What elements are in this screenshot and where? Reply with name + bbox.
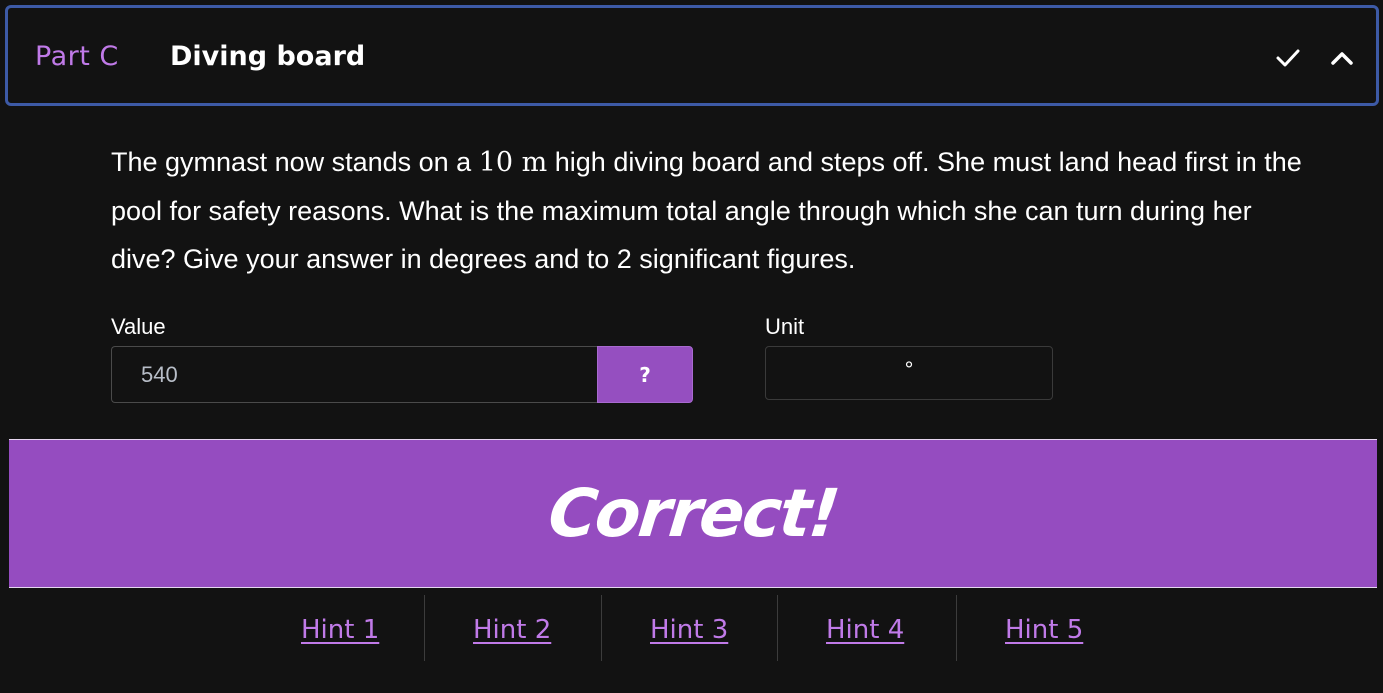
hint-divider [956, 595, 957, 661]
hints-bar: Hint 1 Hint 2 Hint 3 Hint 4 Hint 5 [9, 595, 1377, 661]
unit-select[interactable]: ° [765, 346, 1053, 400]
hint-divider [424, 595, 425, 661]
accordion-header[interactable]: Part C Diving board [5, 5, 1379, 106]
feedback-banner: Correct! [9, 439, 1377, 588]
hint-2-link[interactable]: Hint 2 [473, 615, 551, 645]
accordion-body: The gymnast now stands on a 10 m high di… [9, 108, 1377, 693]
part-title: Diving board [170, 41, 366, 72]
question-text-start: The gymnast now stands on a [111, 147, 479, 177]
chevron-up-icon[interactable] [1328, 44, 1356, 72]
hint-5-link[interactable]: Hint 5 [1005, 615, 1083, 645]
value-label: Value [111, 314, 166, 339]
check-icon [1274, 44, 1302, 72]
unit-label: Unit [765, 314, 805, 339]
help-button[interactable]: ? [597, 346, 693, 403]
feedback-text: Correct! [544, 475, 842, 552]
question-text: The gymnast now stands on a 10 m high di… [111, 138, 1311, 283]
value-input[interactable] [111, 346, 597, 403]
hint-4-link[interactable]: Hint 4 [826, 615, 904, 645]
question-math: 10 m [478, 147, 548, 178]
part-label: Part C [35, 41, 119, 72]
hint-divider [777, 595, 778, 661]
hint-3-link[interactable]: Hint 3 [650, 615, 728, 645]
hint-1-link[interactable]: Hint 1 [301, 615, 379, 645]
question-part-accordion: Part C Diving board The gymnast now stan… [0, 0, 1383, 693]
unit-select-value: ° [904, 357, 914, 382]
hint-divider [601, 595, 602, 661]
